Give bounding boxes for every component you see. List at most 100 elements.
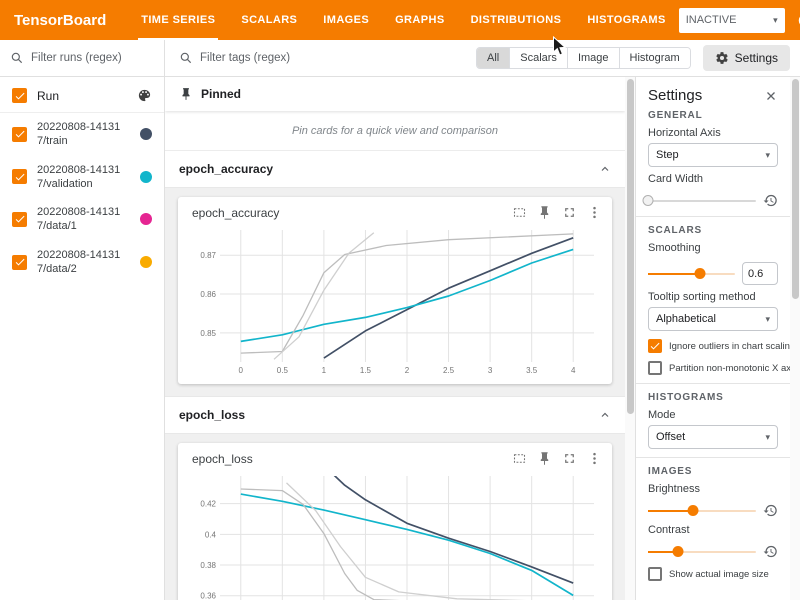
theme-toggle-icon[interactable] (793, 7, 800, 33)
palette-icon[interactable] (137, 88, 152, 103)
checkbox-label: Show actual image size (669, 569, 769, 580)
section-header-epoch-loss[interactable]: epoch_loss (165, 397, 625, 433)
run-row[interactable]: 20220808-141317/train (0, 113, 164, 156)
scrollbar-thumb[interactable] (792, 79, 799, 299)
checkbox-unchecked-icon (648, 361, 662, 375)
scrollbar-thumb[interactable] (627, 79, 634, 414)
tensorboard-app: TensorBoard TIME SERIESSCALARSIMAGESGRAP… (0, 0, 800, 600)
contrast-label: Contrast (648, 524, 778, 536)
selected-value: Alphabetical (656, 313, 716, 325)
tab-time-series[interactable]: TIME SERIES (128, 0, 228, 40)
select-all-runs-checkbox[interactable] (12, 88, 27, 103)
svg-text:0.87: 0.87 (200, 251, 216, 260)
reset-icon[interactable] (763, 193, 778, 208)
run-name: 20220808-141317/train (37, 120, 123, 149)
runs-list: 20220808-141317/train 20220808-141317/val… (0, 113, 164, 283)
general-caption: GENERAL (648, 110, 778, 121)
filter-chip-image[interactable]: Image (568, 48, 620, 68)
slider-thumb[interactable] (688, 505, 699, 516)
slider-thumb[interactable] (643, 195, 654, 206)
tab-graphs[interactable]: GRAPHS (382, 0, 457, 40)
search-icon (10, 51, 24, 65)
fullscreen-icon[interactable] (562, 205, 577, 220)
fullscreen-icon[interactable] (562, 451, 577, 466)
app-header: TensorBoard TIME SERIESSCALARSIMAGESGRAP… (0, 0, 800, 40)
tab-distributions[interactable]: DISTRIBUTIONS (458, 0, 575, 40)
fit-domain-icon[interactable] (512, 451, 527, 466)
svg-text:0.86: 0.86 (200, 290, 216, 299)
show-actual-image-size-checkbox[interactable]: Show actual image size (648, 567, 778, 581)
app-title: TensorBoard (14, 12, 106, 29)
svg-text:1.5: 1.5 (360, 366, 372, 375)
tab-scalars[interactable]: SCALARS (228, 0, 310, 40)
tab-histograms[interactable]: HISTOGRAMS (574, 0, 678, 40)
status-label: INACTIVE (686, 14, 737, 26)
brightness-slider-row (648, 503, 778, 518)
partition-x-axis-checkbox[interactable]: Partition non-monotonic X axis (648, 361, 778, 375)
run-name: 20220808-141317/data/1 (37, 205, 123, 234)
contrast-slider[interactable] (648, 551, 756, 553)
divider (636, 383, 790, 384)
run-row[interactable]: 20220808-141317/data/1 (0, 198, 164, 241)
brightness-slider[interactable] (648, 510, 756, 512)
run-checkbox[interactable] (12, 212, 27, 227)
run-color-dot (140, 256, 152, 268)
data-status-dropdown[interactable]: INACTIVE ▾ (679, 8, 785, 33)
reset-icon[interactable] (763, 503, 778, 518)
svg-text:0: 0 (239, 366, 244, 375)
divider (636, 216, 790, 217)
card-header: epoch_loss (186, 450, 604, 466)
checkbox-label: Partition non-monotonic X axis (669, 363, 790, 374)
line-chart-svg: 00.511.522.533.540.360.380.40.42 (186, 468, 604, 600)
card-width-slider[interactable] (648, 200, 756, 202)
filter-chip-all[interactable]: All (477, 48, 510, 68)
pin-card-icon[interactable] (537, 205, 552, 220)
pinned-section-header: Pinned (165, 77, 625, 111)
tag-filter-input[interactable] (200, 52, 469, 64)
section-header-epoch-accuracy[interactable]: epoch_accuracy (165, 151, 625, 187)
slider-thumb[interactable] (695, 268, 706, 279)
filter-chip-scalars[interactable]: Scalars (510, 48, 568, 68)
reset-icon[interactable] (763, 544, 778, 559)
card-toolbar (512, 205, 602, 220)
tab-images[interactable]: IMAGES (310, 0, 382, 40)
card-header: epoch_accuracy (186, 204, 604, 220)
epoch-loss-chart[interactable]: 00.511.522.533.540.360.380.40.42 (186, 468, 604, 600)
histogram-mode-select[interactable]: Offset ▾ (648, 425, 778, 449)
gear-icon (715, 51, 729, 65)
tag-section-epoch-accuracy: epoch_accuracy epoch_accuracy (165, 151, 625, 397)
run-checkbox[interactable] (12, 127, 27, 142)
smoothing-slider-row (648, 262, 778, 285)
more-options-icon[interactable] (587, 451, 602, 466)
pin-card-icon[interactable] (537, 451, 552, 466)
close-icon[interactable] (764, 89, 778, 103)
slider-thumb[interactable] (673, 546, 684, 557)
card-width-label: Card Width (648, 173, 778, 185)
smoothing-slider[interactable] (648, 273, 735, 275)
ignore-outliers-checkbox[interactable]: Ignore outliers in chart scaling (648, 339, 778, 353)
smoothing-input[interactable] (742, 262, 778, 285)
more-options-icon[interactable] (587, 205, 602, 220)
run-checkbox[interactable] (12, 169, 27, 184)
run-checkbox[interactable] (12, 255, 27, 270)
checkbox-checked-icon (648, 339, 662, 353)
horizontal-axis-select[interactable]: Step ▾ (648, 143, 778, 167)
settings-button[interactable]: Settings (703, 45, 790, 71)
tag-section-epoch-loss: epoch_loss epoch_loss (165, 397, 625, 600)
svg-text:0.36: 0.36 (200, 592, 216, 600)
smoothing-label: Smoothing (648, 242, 778, 254)
tooltip-sort-select[interactable]: Alphabetical ▾ (648, 307, 778, 331)
main-scrollbar[interactable] (625, 77, 635, 600)
main-nav-tabs: TIME SERIESSCALARSIMAGESGRAPHSDISTRIBUTI… (128, 0, 678, 40)
card-title: epoch_accuracy (192, 206, 279, 220)
run-row[interactable]: 20220808-141317/validation (0, 156, 164, 199)
settings-scrollbar[interactable] (790, 77, 800, 600)
runs-filter (0, 40, 164, 77)
filter-chip-histogram[interactable]: Histogram (620, 48, 690, 68)
tooltip-sort-label: Tooltip sorting method (648, 291, 778, 303)
runs-sidebar: Run 20220808-141317/train20220808-141317… (0, 40, 165, 600)
run-row[interactable]: 20220808-141317/data/2 (0, 241, 164, 284)
runs-filter-input[interactable] (31, 52, 154, 64)
fit-domain-icon[interactable] (512, 205, 527, 220)
epoch-accuracy-chart[interactable]: 00.511.522.533.540.850.860.87 (186, 222, 604, 380)
